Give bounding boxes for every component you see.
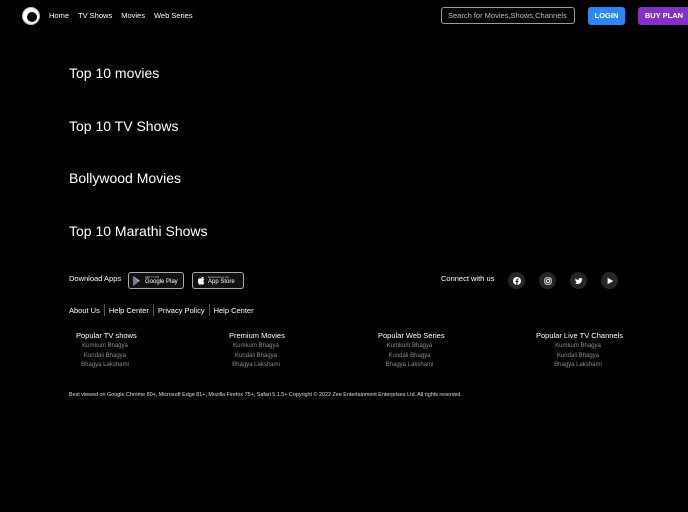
footer-column-popular-live-tv-channels: Popular Live TV Channels Kumkum Bhagya K…	[536, 331, 623, 371]
column-link[interactable]: Bhagya Lakshami	[229, 361, 283, 371]
column-title: Premium Movies	[229, 331, 285, 340]
footer-column-popular-tv-shows: Popular TV shows Kumkum Bhagya Kundali B…	[76, 331, 137, 371]
section-title-top-10-tv-shows: Top 10 TV Shows	[69, 118, 179, 134]
section-title-top-10-marathi-shows: Top 10 Marathi Shows	[69, 223, 208, 239]
google-play-badge[interactable]: GET IT ON Google Play	[128, 272, 184, 289]
apple-icon	[197, 276, 205, 285]
column-link[interactable]: Kundali Bhagya	[229, 352, 283, 362]
zee5-logo[interactable]	[22, 7, 40, 25]
connect-label: Connect with us	[441, 274, 495, 283]
column-link[interactable]: Kumkum Bhagya	[76, 342, 134, 352]
column-link[interactable]: Kundali Bhagya	[536, 352, 620, 362]
help-center-link-2[interactable]: Help Center	[214, 306, 254, 315]
youtube-icon[interactable]	[601, 272, 618, 289]
about-us-link[interactable]: About Us	[69, 306, 100, 315]
privacy-policy-link[interactable]: Privacy Policy	[158, 306, 205, 315]
logo-mark	[27, 12, 37, 22]
nav-movies[interactable]: Movies	[121, 11, 145, 20]
app-store-badge[interactable]: Download on the App Store	[192, 272, 244, 289]
footer-links: About Us Help Center Privacy Policy Help…	[69, 304, 254, 316]
buy-plan-button[interactable]: BUY PLAN	[638, 7, 688, 25]
column-link[interactable]: Kumkum Bhagya	[378, 342, 441, 352]
column-title: Popular Live TV Channels	[536, 331, 623, 340]
column-title: Popular TV shows	[76, 331, 137, 340]
download-apps-label: Download Apps	[69, 274, 122, 283]
column-link[interactable]: Bhagya Lakshami	[536, 361, 620, 371]
link-divider	[152, 304, 154, 316]
login-button[interactable]: LOGIN	[588, 7, 625, 25]
help-center-link[interactable]: Help Center	[109, 306, 149, 315]
main-nav: Home TV Shows Movies Web Series	[49, 11, 202, 20]
column-link[interactable]: Kumkum Bhagya	[536, 342, 620, 352]
search-input[interactable]	[441, 7, 575, 24]
google-play-icon	[133, 275, 140, 286]
facebook-icon[interactable]	[508, 272, 525, 289]
instagram-icon[interactable]	[539, 272, 556, 289]
app-store-main: App Store	[208, 278, 235, 285]
link-divider	[103, 304, 105, 316]
column-link[interactable]: Kundali Bhagya	[76, 352, 134, 362]
google-play-main: Google Play	[145, 278, 178, 285]
section-title-top-10-movies: Top 10 movies	[69, 65, 160, 81]
column-link[interactable]: Bhagya Lakshami	[378, 361, 441, 371]
section-title-bollywood-movies: Bollywood Movies	[69, 170, 182, 186]
footer-column-premium-movies: Premium Movies Kumkum Bhagya Kundali Bha…	[229, 331, 285, 371]
footer-column-popular-web-series: Popular Web Series Kumkum Bhagya Kundali…	[378, 331, 445, 371]
copyright-text: Best viewed on Google Chrome 80+, Micros…	[69, 392, 462, 398]
nav-web-series[interactable]: Web Series	[154, 11, 193, 20]
twitter-icon[interactable]	[570, 272, 587, 289]
nav-tv-shows[interactable]: TV Shows	[78, 11, 112, 20]
column-link[interactable]: Kumkum Bhagya	[229, 342, 283, 352]
nav-home[interactable]: Home	[49, 11, 69, 20]
link-divider	[208, 304, 210, 316]
column-link[interactable]: Bhagya Lakshami	[76, 361, 134, 371]
column-title: Popular Web Series	[378, 331, 445, 340]
column-link[interactable]: Kundali Bhagya	[378, 352, 441, 362]
